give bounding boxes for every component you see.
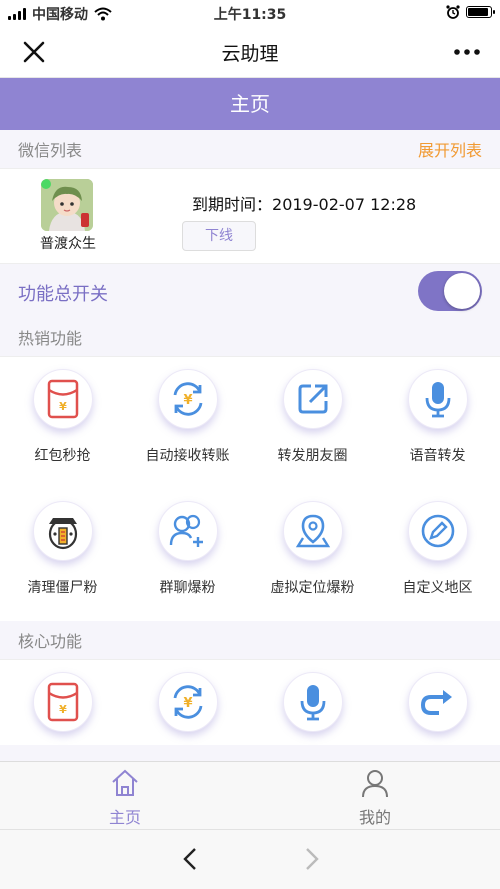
nav-bar: 云助理 xyxy=(0,26,500,78)
user-icon xyxy=(362,770,388,798)
feature-virtual-location[interactable]: 虚拟定位爆粉 xyxy=(250,489,375,621)
feature-red-envelope[interactable]: ¥ 红包秒抢 xyxy=(0,357,125,489)
feature-label: 清理僵尸粉 xyxy=(27,580,98,596)
hot-section-header: 热销功能 xyxy=(0,318,500,356)
feature-auto-transfer[interactable]: ¥ 自动接收转账 xyxy=(125,357,250,489)
logout-button[interactable]: 下线 xyxy=(182,221,256,251)
master-switch-toggle[interactable] xyxy=(418,271,482,311)
forward-arrow-icon[interactable] xyxy=(298,846,324,872)
hot-section-title: 热销功能 xyxy=(18,329,83,348)
feature-label: 转发朋友圈 xyxy=(277,448,348,464)
red-envelope-icon: ¥ xyxy=(32,369,93,429)
master-switch-label: 功能总开关 xyxy=(18,284,108,305)
core-feature-forward[interactable] xyxy=(375,660,500,745)
hot-features-grid: ¥ 红包秒抢 ¥ 自动接收转账 转发朋友圈 语音转发 清理僵尸粉 群聊爆粉 虚拟… xyxy=(0,356,500,621)
zombie-cleanup-icon xyxy=(32,501,93,561)
feature-label: 红包秒抢 xyxy=(34,448,91,464)
core-feature-auto-transfer[interactable]: ¥ xyxy=(125,660,250,745)
tab-mine[interactable]: 我的 xyxy=(250,762,500,829)
feature-label: 虚拟定位爆粉 xyxy=(270,580,355,596)
location-pin-icon xyxy=(282,501,343,561)
red-envelope-icon: ¥ xyxy=(32,672,93,732)
wechat-account-card: 普渡众生 到期时间：2019-02-07 12:28 下线 xyxy=(0,168,500,264)
tab-mine-label: 我的 xyxy=(358,808,391,827)
core-section-title: 核心功能 xyxy=(18,632,83,651)
expand-list-link[interactable]: 展开列表 xyxy=(418,137,482,161)
core-features-grid: ¥ ¥ xyxy=(0,659,500,745)
edit-region-icon xyxy=(407,501,468,561)
core-feature-voice[interactable] xyxy=(250,660,375,745)
battery-icon xyxy=(466,6,495,18)
feature-label: 语音转发 xyxy=(409,448,466,464)
svg-text:¥: ¥ xyxy=(59,703,67,716)
auto-transfer-icon: ¥ xyxy=(157,672,218,732)
svg-text:¥: ¥ xyxy=(183,696,192,711)
group-add-icon xyxy=(157,501,218,561)
core-feature-red-envelope[interactable]: ¥ xyxy=(0,660,125,745)
expire-value: 2019-02-07 12:28 xyxy=(272,195,417,214)
back-arrow-icon[interactable] xyxy=(178,846,204,872)
feature-custom-region[interactable]: 自定义地区 xyxy=(375,489,500,621)
online-dot xyxy=(41,179,51,189)
feature-zombie-cleanup[interactable]: 清理僵尸粉 xyxy=(0,489,125,621)
status-time: 上午11:35 xyxy=(213,7,287,23)
feature-share-moments[interactable]: 转发朋友圈 xyxy=(250,357,375,489)
expire-time: 到期时间：2019-02-07 12:28 xyxy=(192,191,416,215)
page-header: 主页 xyxy=(0,78,500,130)
wechat-list-header: 微信列表 展开列表 xyxy=(0,130,500,168)
home-icon xyxy=(112,769,138,796)
share-moments-icon xyxy=(282,369,343,429)
feature-label: 自动接收转账 xyxy=(145,448,230,464)
status-bar: 中国移动 上午11:35 xyxy=(0,0,500,26)
wechat-list-title: 微信列表 xyxy=(18,141,83,160)
feature-voice-forward[interactable]: 语音转发 xyxy=(375,357,500,489)
expire-label: 到期时间： xyxy=(192,195,273,214)
master-switch-row: 功能总开关 xyxy=(0,264,500,318)
tab-home[interactable]: 主页 xyxy=(0,762,250,829)
more-icon[interactable] xyxy=(452,40,482,64)
toggle-knob xyxy=(444,273,480,309)
alarm-icon xyxy=(446,5,460,19)
tab-home-label: 主页 xyxy=(108,808,141,827)
feature-group-add[interactable]: 群聊爆粉 xyxy=(125,489,250,621)
feature-label: 自定义地区 xyxy=(402,580,473,596)
avatar xyxy=(41,179,93,231)
microphone-icon xyxy=(282,672,343,732)
account-name: 普渡众生 xyxy=(40,236,96,252)
tab-bar: 主页 我的 xyxy=(0,761,500,829)
svg-text:¥: ¥ xyxy=(59,400,67,413)
browser-toolbar xyxy=(0,829,500,889)
forward-arrow-icon xyxy=(407,672,468,732)
nav-title: 云助理 xyxy=(221,43,279,65)
feature-label: 群聊爆粉 xyxy=(159,580,216,596)
auto-transfer-icon: ¥ xyxy=(157,369,218,429)
core-section-header: 核心功能 xyxy=(0,621,500,659)
svg-text:¥: ¥ xyxy=(183,393,192,408)
microphone-icon xyxy=(407,369,468,429)
status-right xyxy=(446,5,495,19)
